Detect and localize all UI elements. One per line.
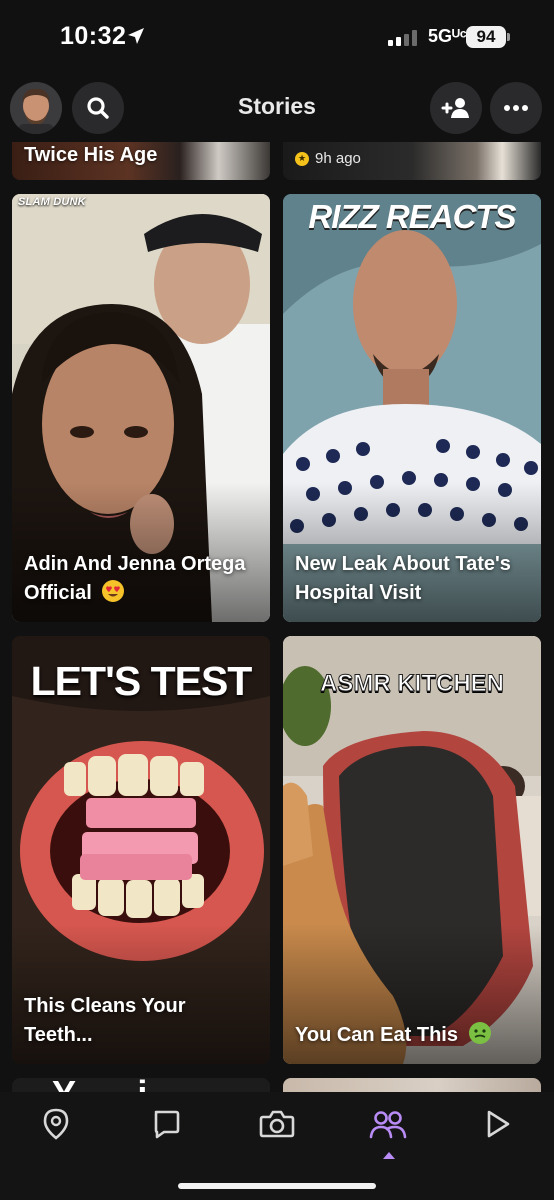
tab-chat[interactable]	[144, 1102, 188, 1146]
story-card[interactable]: ASMR KITCHEN You Can Eat This	[283, 636, 541, 1064]
network-type: 5Gᵁᶜ	[428, 26, 467, 46]
story-card-title: Adin And Jenna Ortega Official	[24, 550, 258, 608]
play-icon	[487, 1110, 510, 1138]
channel-brand: SLAM DUNK	[18, 196, 86, 208]
tab-spotlight[interactable]	[476, 1102, 520, 1146]
friends-icon	[369, 1111, 407, 1139]
story-card-partial-left[interactable]: Twice His Age	[12, 142, 270, 180]
heart-eyes-emoji-icon	[102, 580, 125, 602]
home-indicator	[178, 1183, 376, 1189]
nauseated-face-emoji-icon	[468, 1022, 491, 1044]
battery-level: 94	[466, 26, 506, 48]
story-card[interactable]: SLAM DUNK Adin And Jenna Ortega Official	[12, 194, 270, 622]
tab-map[interactable]	[34, 1102, 78, 1146]
cellular-signal-icon	[388, 30, 417, 46]
channel-brand: ASMR KITCHEN	[320, 670, 505, 698]
battery-tip	[507, 33, 510, 41]
story-title-text: Adin And Jenna Ortega Official	[24, 553, 246, 604]
add-friend-icon	[441, 98, 469, 118]
active-tab-indicator	[383, 1152, 395, 1159]
story-card-title: Twice His Age	[24, 144, 158, 166]
map-pin-icon	[43, 1108, 69, 1140]
status-time: 10:32	[60, 22, 127, 50]
story-card-title: You Can Eat This	[295, 1021, 529, 1050]
star-badge-icon: ★	[295, 151, 309, 166]
more-options-button[interactable]	[490, 82, 542, 134]
channel-brand: RIZZ REACTS	[308, 198, 516, 235]
story-time-label: 9h ago	[315, 150, 361, 167]
header: Stories	[0, 80, 554, 136]
story-card-timestamp: ★ 9h ago	[295, 150, 361, 167]
add-friend-button[interactable]	[430, 82, 482, 134]
story-card-brand-partial: Y i	[52, 1078, 173, 1092]
tab-camera[interactable]	[255, 1102, 299, 1146]
more-dots-icon	[504, 105, 528, 111]
tab-stories[interactable]	[366, 1102, 410, 1146]
story-title-text: You Can Eat This	[295, 1024, 458, 1046]
chat-icon	[154, 1110, 180, 1139]
story-card-partial-right[interactable]: ★ 9h ago	[283, 142, 541, 180]
story-card-partial-bottom-left[interactable]: Y i	[12, 1078, 270, 1092]
status-bar: 10:32 5Gᵁᶜ 94	[0, 0, 554, 72]
story-card[interactable]: RIZZ REACTS New Leak About Tate's Hospit…	[283, 194, 541, 622]
story-card-title: This Cleans Your Teeth...	[24, 995, 186, 1046]
channel-brand: LET'S TEST	[30, 658, 253, 704]
story-card-title: New Leak About Tate's Hospital Visit	[295, 553, 511, 604]
story-card-partial-bottom-right[interactable]	[283, 1078, 541, 1092]
story-card[interactable]: LET'S TEST This Cleans Your Teeth...	[12, 636, 270, 1064]
location-arrow-icon	[128, 28, 144, 44]
camera-icon	[259, 1110, 295, 1138]
